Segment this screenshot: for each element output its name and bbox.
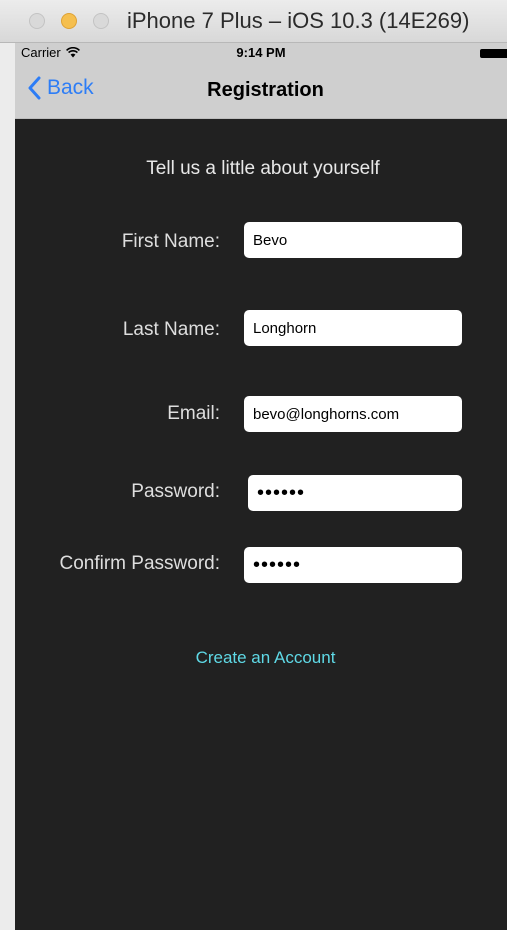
nav-title: Registration (207, 79, 324, 101)
simulator-window: iPhone 7 Plus – iOS 10.3 (14E269) Carrie… (0, 0, 507, 930)
last-name-input[interactable] (244, 310, 462, 346)
confirm-password-label: Confirm Password: (59, 553, 221, 574)
window-titlebar: iPhone 7 Plus – iOS 10.3 (14E269) (0, 0, 507, 43)
password-label: Password: (131, 481, 220, 502)
minimize-window-button[interactable] (61, 13, 77, 29)
status-time: 9:14 PM (236, 45, 286, 60)
first-name-label: First Name: (121, 231, 220, 252)
close-window-button[interactable] (29, 13, 45, 29)
confirm-password-input[interactable] (244, 547, 462, 583)
last-name-label: Last Name: (122, 319, 220, 340)
device-screen: Carrier 9:14 PM Back Registration Tell u… (15, 43, 507, 930)
form-intro: Tell us a little about yourself (146, 158, 380, 179)
first-name-input[interactable] (244, 222, 462, 258)
zoom-window-button[interactable] (93, 13, 109, 29)
status-bar: Carrier 9:14 PM (15, 43, 507, 63)
email-label: Email: (167, 403, 220, 424)
battery-icon (480, 49, 507, 58)
navigation-bar: Back Registration (15, 63, 507, 119)
window-title: iPhone 7 Plus – iOS 10.3 (14E269) (127, 8, 470, 33)
email-input[interactable] (244, 396, 462, 432)
create-account-button[interactable]: Create an Account (15, 648, 507, 668)
password-input[interactable] (248, 475, 462, 511)
